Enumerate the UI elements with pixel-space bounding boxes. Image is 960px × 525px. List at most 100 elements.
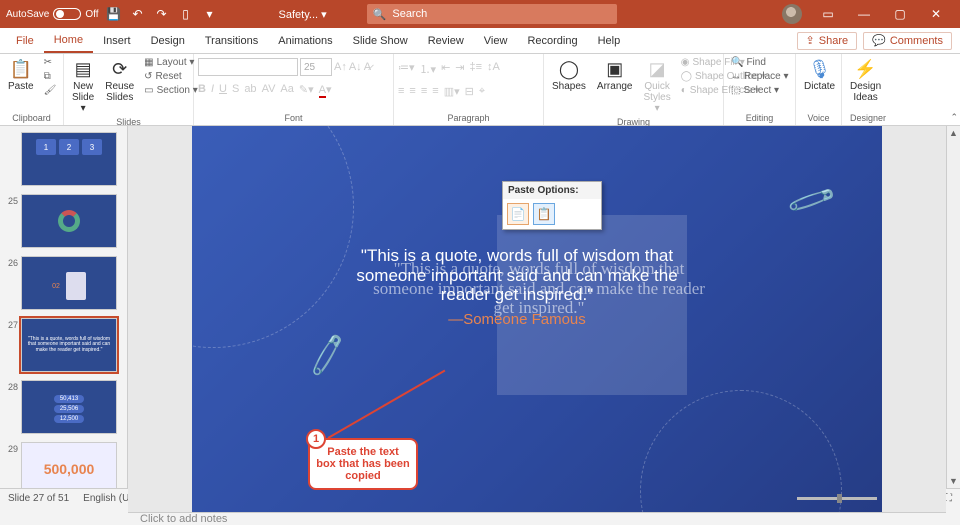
redo-icon[interactable]: ↷: [153, 5, 171, 23]
new-slide-button[interactable]: ▤New Slide ▾: [68, 56, 98, 116]
dictate-button[interactable]: 🎙Dictate: [800, 56, 839, 94]
increase-font-icon[interactable]: A↑: [334, 61, 347, 73]
undo-icon[interactable]: ↶: [129, 5, 147, 23]
comment-icon: 💬: [872, 34, 886, 47]
shadow-button[interactable]: ab: [244, 83, 256, 96]
thumb-row-29[interactable]: 29 500,000: [0, 440, 127, 488]
format-painter-button[interactable]: 🖌: [41, 84, 60, 97]
save-icon[interactable]: 💾: [105, 5, 123, 23]
autosave-toggle[interactable]: [53, 8, 81, 20]
comments-button[interactable]: 💬Comments: [863, 32, 952, 50]
share-button[interactable]: ⇪Share: [797, 32, 858, 50]
quote-textbox[interactable]: "This is a quote, words full of wisdom t…: [342, 246, 692, 328]
qat-dropdown-icon[interactable]: ▾: [201, 5, 219, 23]
tab-review[interactable]: Review: [418, 28, 474, 53]
reuse-slides-button[interactable]: ⟳Reuse Slides: [101, 56, 138, 105]
ribbon-options-icon[interactable]: ▭: [810, 7, 846, 21]
paste-destination-theme-icon[interactable]: 📋: [533, 203, 555, 225]
tab-help[interactable]: Help: [588, 28, 631, 53]
tab-insert[interactable]: Insert: [93, 28, 141, 53]
text-direction-button[interactable]: ↕A: [487, 61, 500, 77]
notes-pane[interactable]: Click to add notes: [128, 512, 946, 525]
thumb-row-25[interactable]: 25: [0, 192, 127, 254]
replace-button[interactable]: ↔Replace ▾: [728, 70, 792, 83]
collapse-ribbon-icon[interactable]: ⌃: [950, 112, 958, 123]
from-beginning-icon[interactable]: ▯: [177, 5, 195, 23]
spacing-button[interactable]: AV: [262, 83, 276, 96]
line-spacing-button[interactable]: ‡≡: [470, 61, 483, 77]
thumbnail-25[interactable]: [21, 194, 117, 248]
slide[interactable]: "This is a quote, words full of wisdom t…: [192, 126, 882, 512]
reset-button[interactable]: ↺Reset: [141, 70, 201, 83]
numbering-button[interactable]: ⒈▾: [420, 61, 437, 77]
tab-home[interactable]: Home: [44, 28, 93, 53]
font-family-combo[interactable]: [198, 58, 298, 76]
scroll-down-icon[interactable]: ▼: [947, 476, 960, 486]
autosave-control[interactable]: AutoSave Off: [6, 8, 99, 20]
align-center-button[interactable]: ≡: [409, 85, 415, 98]
indent-button[interactable]: ⇥: [455, 61, 464, 77]
thumbnail-29[interactable]: 500,000: [21, 442, 117, 488]
columns-button[interactable]: ▥▾: [444, 85, 460, 98]
strike-button[interactable]: S: [232, 83, 239, 96]
tab-design[interactable]: Design: [141, 28, 195, 53]
find-button[interactable]: 🔍Find: [728, 56, 792, 69]
search-input[interactable]: [392, 8, 610, 20]
tab-animations[interactable]: Animations: [268, 28, 342, 53]
minimize-button[interactable]: —: [846, 7, 882, 21]
document-title[interactable]: Safety... ▾: [279, 8, 327, 21]
font-color-button[interactable]: A▾: [319, 83, 332, 96]
thumb-row-28[interactable]: 28 50,41325,50612,500: [0, 378, 127, 440]
smartart-button[interactable]: ⌖: [479, 85, 485, 98]
underline-button[interactable]: U: [219, 83, 227, 96]
slide-canvas[interactable]: "This is a quote, words full of wisdom t…: [128, 126, 946, 512]
thumbnail-27[interactable]: "This is a quote, words full of wisdom t…: [21, 318, 117, 372]
design-ideas-button[interactable]: ⚡Design Ideas: [846, 56, 885, 105]
thumbnail-26[interactable]: 02: [21, 256, 117, 310]
scroll-up-icon[interactable]: ▲: [947, 128, 960, 138]
italic-button[interactable]: I: [211, 83, 214, 96]
tab-slideshow[interactable]: Slide Show: [343, 28, 418, 53]
paste-button[interactable]: 📋Paste: [4, 56, 38, 94]
tab-view[interactable]: View: [474, 28, 518, 53]
highlight-button[interactable]: ✎▾: [299, 83, 314, 96]
align-text-button[interactable]: ⊟: [465, 85, 474, 98]
cut-button[interactable]: ✂: [41, 56, 60, 69]
fit-to-window-icon[interactable]: ⛶: [945, 493, 952, 504]
tab-transitions[interactable]: Transitions: [195, 28, 268, 53]
thumbnail-24[interactable]: 123: [21, 132, 117, 186]
thumb-row-24[interactable]: 24 123: [0, 130, 127, 192]
zoom-slider[interactable]: [797, 497, 877, 500]
search-box[interactable]: 🔍: [367, 4, 617, 24]
user-avatar[interactable]: [782, 4, 802, 24]
slide-indicator[interactable]: Slide 27 of 51: [8, 493, 69, 504]
bullets-button[interactable]: ≔▾: [398, 61, 415, 77]
arrange-button[interactable]: ▣Arrange: [593, 56, 637, 94]
section-button[interactable]: ▭Section ▾: [141, 84, 201, 97]
quick-styles-button[interactable]: ◪Quick Styles ▾: [640, 56, 675, 116]
font-size-combo[interactable]: 25: [300, 58, 332, 76]
maximize-button[interactable]: ▢: [882, 7, 918, 21]
slide-thumbnails[interactable]: 24 123 25 26 02 27 "This is a quote, wor…: [0, 126, 128, 488]
align-left-button[interactable]: ≡: [398, 85, 404, 98]
close-button[interactable]: ✕: [918, 7, 954, 21]
case-button[interactable]: Aa: [280, 83, 293, 96]
copy-button[interactable]: ⧉: [41, 70, 60, 83]
layout-button[interactable]: ▦Layout ▾: [141, 56, 201, 69]
paste-options-popup[interactable]: Paste Options: 📄 📋: [502, 181, 602, 230]
decrease-font-icon[interactable]: A↓: [349, 61, 362, 73]
vertical-scrollbar[interactable]: ▲ ▼: [946, 126, 960, 488]
tab-file[interactable]: File: [6, 28, 44, 53]
shapes-button[interactable]: ◯Shapes: [548, 56, 590, 94]
bold-button[interactable]: B: [198, 83, 206, 96]
select-button[interactable]: ⬚Select ▾: [728, 84, 792, 97]
tab-recording[interactable]: Recording: [517, 28, 587, 53]
align-right-button[interactable]: ≡: [421, 85, 427, 98]
paste-keep-source-icon[interactable]: 📄: [507, 203, 529, 225]
clear-format-icon[interactable]: A̷: [364, 61, 371, 73]
outdent-button[interactable]: ⇤: [441, 61, 450, 77]
thumb-row-26[interactable]: 26 02: [0, 254, 127, 316]
thumbnail-28[interactable]: 50,41325,50612,500: [21, 380, 117, 434]
thumb-row-27[interactable]: 27 "This is a quote, words full of wisdo…: [0, 316, 127, 378]
justify-button[interactable]: ≡: [432, 85, 438, 98]
